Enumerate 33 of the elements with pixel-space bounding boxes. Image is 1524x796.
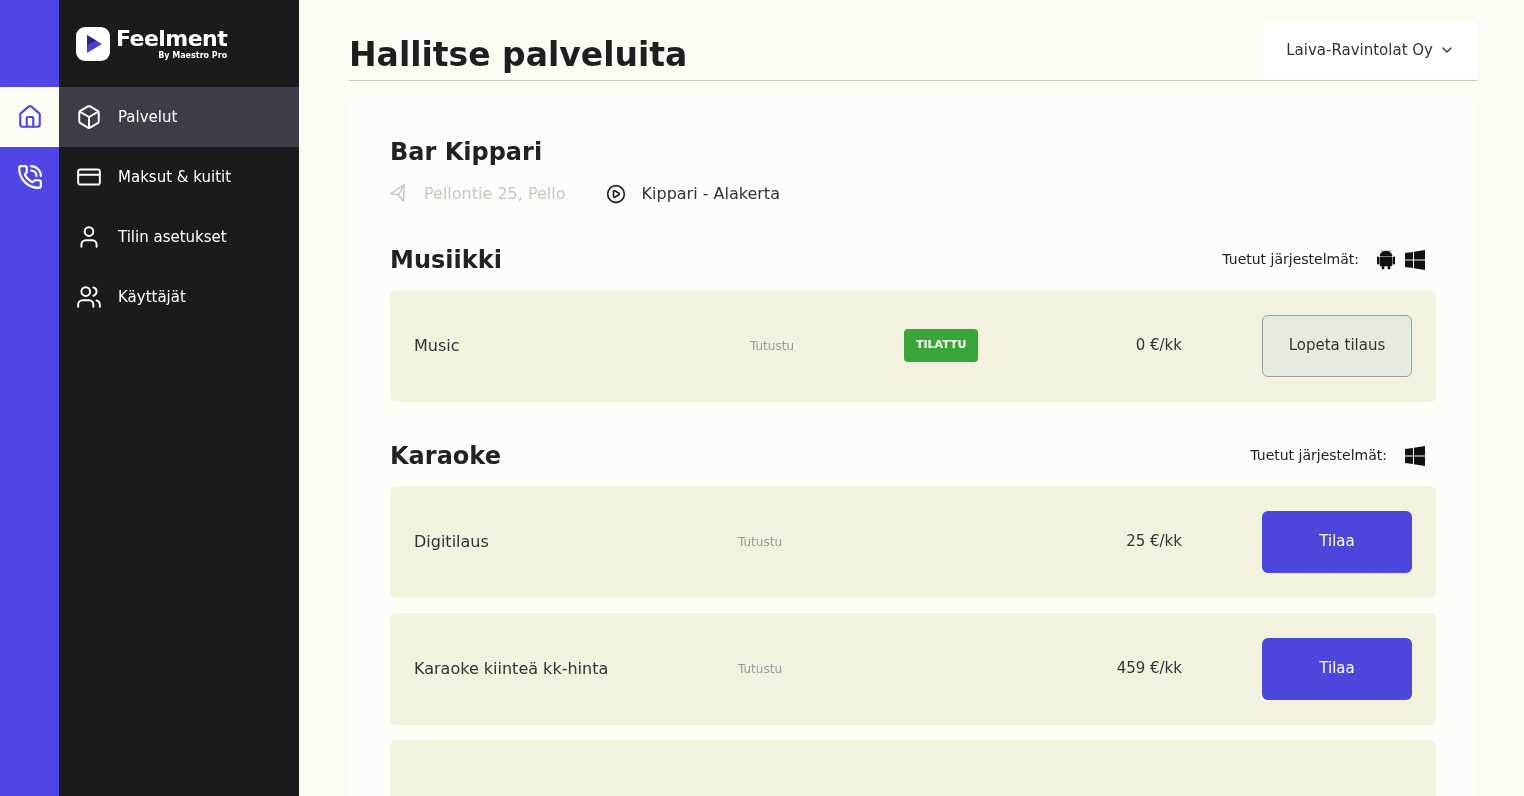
status-badge: TILATTU: [904, 329, 979, 362]
service-price: 25 €/kk: [1126, 531, 1182, 553]
section-title: Karaoke: [390, 440, 501, 472]
windows-icon: [1405, 445, 1425, 466]
nav-item[interactable]: Käyttäjät: [59, 267, 299, 327]
brand-tagline: By Maestro Pro: [158, 51, 228, 60]
venue-name: Bar Kippari: [390, 136, 544, 168]
service-price: 0 €/kk: [1135, 335, 1182, 357]
company-dropdown[interactable]: Laiva-Ravintolat Oy: [1264, 21, 1477, 79]
service-price: 459 €/kk: [1116, 658, 1182, 680]
platforms-label: Tuetut järjestelmät:: [1222, 250, 1359, 269]
order-button[interactable]: Tilaa: [1262, 510, 1412, 573]
home-icon: [16, 104, 43, 130]
nav-item[interactable]: Maksut & kuitit: [59, 147, 299, 207]
cancel-subscription-button[interactable]: Lopeta tilaus: [1262, 314, 1412, 377]
section-title: Musiikki: [390, 244, 502, 276]
nav-item[interactable]: Tilin asetukset: [59, 207, 299, 267]
service-name: Music: [414, 334, 461, 357]
logo-icon: [76, 26, 110, 61]
platforms-label: Tuetut järjestelmät:: [1250, 446, 1387, 465]
cube-icon: [76, 104, 102, 130]
page-title: Hallitse palveluita: [349, 34, 688, 76]
service-name: Karaoke kiinteä kk-hinta: [414, 657, 610, 680]
brand-name: Feelment: [116, 27, 228, 50]
order-button[interactable]: Tilaa: [1262, 637, 1412, 700]
windows-icon: [1405, 249, 1425, 270]
player-name: Kippari - Alakerta: [641, 182, 780, 205]
service-name: Digitilaus: [414, 530, 490, 553]
nav-item[interactable]: Palvelut: [59, 87, 299, 147]
phone-icon: [16, 164, 43, 190]
users-icon: [76, 284, 102, 310]
play-icon: [605, 183, 626, 204]
android-icon: [1377, 249, 1395, 270]
